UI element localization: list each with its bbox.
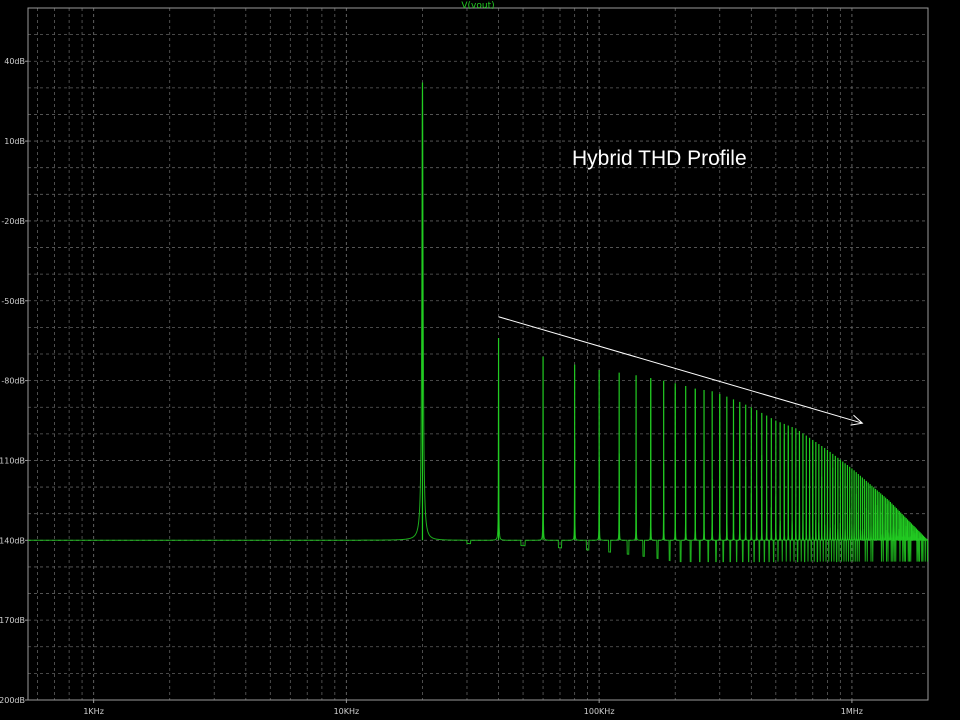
trace-label: V(vout) [461,1,494,11]
annotation-text: Hybrid THD Profile [572,147,747,170]
y-tick-label: -50dB [1,297,25,306]
y-tick-label: -140dB [0,536,25,545]
y-tick-label: -200dB [0,696,25,705]
spectrum-chart: 40dB 10dB -20dB -50dB -80dB -110dB -140dB -170d… [0,0,960,720]
x-tick-label: 1KHz [83,707,104,716]
y-tick-label: -110dB [0,456,25,465]
y-tick-label: -20dB [1,217,25,226]
x-tick-label: 100KHz [584,707,615,716]
y-tick-label: 10dB [4,137,25,146]
y-tick-label: -170dB [0,616,25,625]
y-tick-label: 40dB [4,57,25,66]
y-tick-label: -80dB [1,377,25,386]
plot-background [0,0,960,720]
x-tick-label: 1MHz [841,707,863,716]
x-tick-label: 10KHz [334,707,360,716]
